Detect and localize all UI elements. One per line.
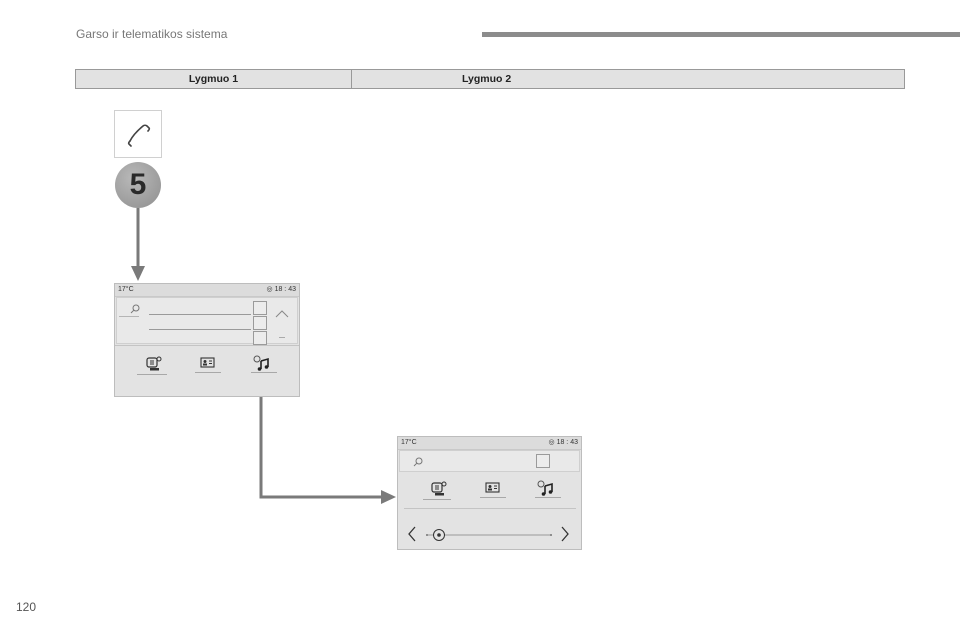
- divider: [404, 508, 576, 509]
- chevron-right-icon[interactable]: [559, 525, 571, 543]
- list-item-square[interactable]: [253, 331, 267, 345]
- list-item-square[interactable]: [253, 301, 267, 315]
- screen-level-2: 17°C ◎ 18 : 43: [397, 436, 582, 550]
- list-line: [149, 329, 251, 330]
- underline: [195, 372, 221, 373]
- contacts-icon[interactable]: [485, 482, 501, 494]
- chevron-left-icon[interactable]: [406, 525, 418, 543]
- search-pane: [399, 450, 580, 472]
- temperature-readout: 17°C: [401, 439, 417, 446]
- underline: [480, 497, 506, 498]
- chevron-up-icon[interactable]: [274, 308, 290, 320]
- radio-icon[interactable]: [145, 356, 165, 372]
- page-number: 120: [16, 600, 37, 614]
- underline: [251, 372, 277, 373]
- divider: [279, 337, 285, 338]
- contacts-pane: [116, 297, 298, 345]
- music-icon[interactable]: [253, 354, 271, 372]
- underline: [423, 499, 451, 500]
- temperature-readout: 17°C: [118, 286, 134, 293]
- screen-level-1: 17°C ◎ 18 : 43: [114, 283, 300, 397]
- clock-readout: ◎ 18 : 43: [549, 437, 578, 449]
- status-bar: 17°C ◎ 18 : 43: [115, 284, 299, 297]
- contacts-icon[interactable]: [200, 357, 216, 369]
- time-text: 18 : 43: [274, 286, 296, 293]
- list-line: [149, 314, 251, 315]
- search-icon[interactable]: [412, 456, 424, 468]
- clock-icon: ◎: [266, 286, 273, 293]
- clock-readout: ◎ 18 : 43: [267, 284, 296, 296]
- divider: [119, 316, 139, 317]
- list-item-square[interactable]: [253, 316, 267, 330]
- music-icon[interactable]: [537, 479, 555, 497]
- clock-icon: ◎: [548, 439, 555, 446]
- time-text: 18 : 43: [556, 439, 578, 446]
- underline: [535, 497, 561, 498]
- status-bar: 17°C ◎ 18 : 43: [398, 437, 581, 450]
- radio-icon[interactable]: [430, 481, 450, 497]
- favorite-square[interactable]: [536, 454, 550, 468]
- divider: [115, 345, 299, 346]
- search-icon[interactable]: [129, 303, 141, 315]
- underline: [137, 374, 167, 375]
- slider-knob-icon[interactable]: [432, 528, 446, 542]
